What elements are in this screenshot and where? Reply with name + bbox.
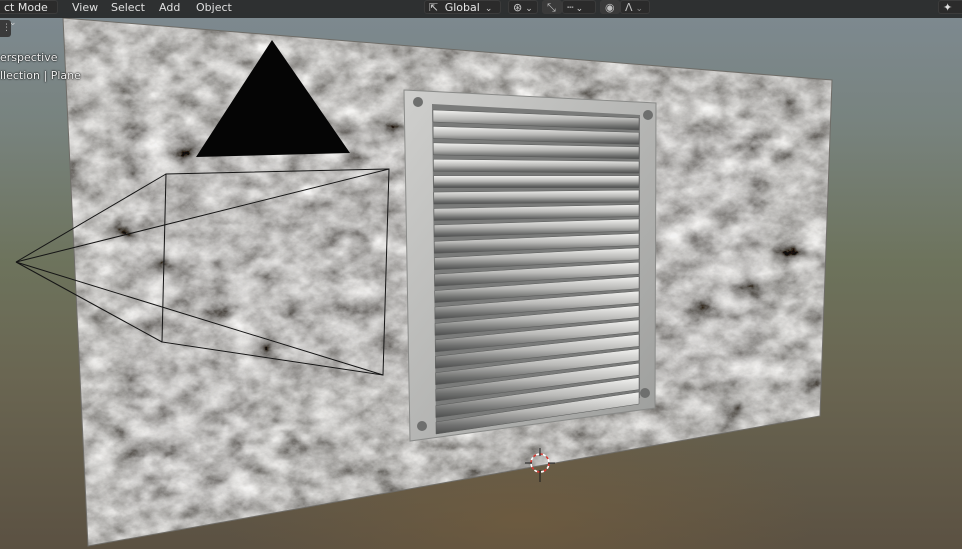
mode-dropdown[interactable]: ct Mode⌄ bbox=[0, 0, 58, 28]
proportional-editing-toggle[interactable]: ◉ bbox=[600, 0, 620, 14]
toolbar-toggle[interactable]: ⋮ bbox=[0, 20, 11, 37]
pivot-point-dropdown[interactable]: ⊛ ⌄ bbox=[508, 0, 538, 14]
mode-label: ct Mode bbox=[4, 1, 48, 14]
view-name-label: erspective bbox=[0, 51, 58, 64]
falloff-curve-icon: Λ bbox=[625, 1, 633, 14]
chevron-down-icon: ⌄ bbox=[575, 4, 584, 14]
chevron-down-icon: ⌄ bbox=[525, 4, 533, 14]
snap-increment-icon: ┄ bbox=[567, 1, 574, 14]
snap-toggle[interactable]: ⤡ bbox=[542, 0, 562, 14]
viewport-header: ct Mode⌄ View Select Add Object ⇱ Global… bbox=[0, 0, 962, 28]
snap-target-dropdown[interactable]: ┄ ⌄ bbox=[562, 0, 596, 14]
chevron-down-icon: ⌄ bbox=[635, 4, 644, 14]
vent-slat bbox=[433, 189, 640, 205]
vent-slat bbox=[433, 159, 640, 174]
menu-select[interactable]: Select bbox=[111, 0, 145, 16]
pivot-point-icon: ⊛ bbox=[513, 1, 523, 14]
orientation-label: Global bbox=[444, 1, 480, 14]
falloff-dropdown[interactable]: Λ ⌄ bbox=[620, 0, 650, 14]
menu-add[interactable]: Add bbox=[159, 0, 180, 16]
proportional-editing-icon: ◉ bbox=[605, 1, 615, 14]
scene-render bbox=[15, 17, 833, 547]
3d-viewport[interactable]: ct Mode⌄ View Select Add Object ⇱ Global… bbox=[0, 0, 962, 549]
vent-grille-object[interactable] bbox=[403, 89, 657, 442]
viewport-gizmo-button[interactable]: ✦ bbox=[938, 0, 962, 14]
menu-object[interactable]: Object bbox=[196, 0, 232, 16]
snap-magnet-icon: ⤡ bbox=[547, 1, 556, 14]
menu-view[interactable]: View bbox=[72, 0, 98, 16]
collection-path-label: llection | Plane bbox=[0, 69, 81, 82]
chevron-down-icon: ⌄ bbox=[484, 4, 493, 14]
grip-icon: ⋮ bbox=[2, 23, 11, 33]
transform-orientation-dropdown[interactable]: ⇱ Global ⌄ bbox=[424, 0, 501, 14]
transform-orientation-icon: ⇱ bbox=[429, 1, 439, 14]
vent-slat bbox=[433, 175, 640, 188]
navigation-gizmo-icon: ✦ bbox=[943, 1, 953, 14]
